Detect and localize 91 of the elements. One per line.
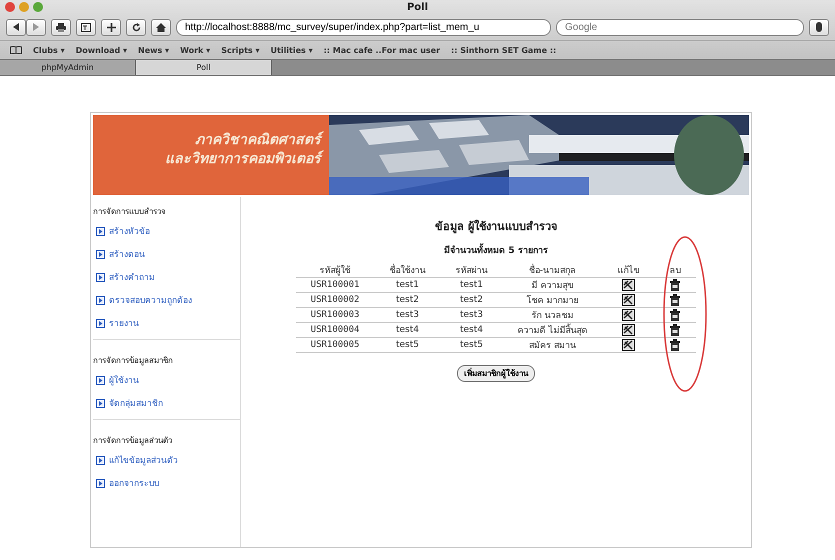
- banner-title: ภาควิชาคณิตศาสตร์ และวิทยาการคอมพิวเตอร์: [93, 115, 329, 195]
- table-cell: test1: [440, 278, 502, 292]
- bookmark-link[interactable]: Clubs ▾: [33, 46, 65, 54]
- sidebar-link[interactable]: สร้างคำถาม: [109, 270, 155, 284]
- trash-icon[interactable]: [670, 339, 680, 351]
- column-header: ชื่อใช้งาน: [374, 263, 440, 278]
- trash-icon[interactable]: [670, 324, 680, 336]
- record-count: มีจำนวนทั้งหมด 5 รายการ: [444, 243, 548, 257]
- table-cell: ความดี ไม่มีสิ้นสุด: [502, 322, 602, 338]
- capsule-icon[interactable]: [816, 22, 822, 32]
- table-cell: test4: [440, 322, 502, 338]
- close-icon[interactable]: [5, 2, 15, 12]
- sidebar-link[interactable]: จัดกลุ่มสมาชิก: [109, 396, 163, 410]
- arrow-icon: [96, 376, 105, 384]
- table-cell: USR100002: [296, 292, 374, 308]
- table-cell: test1: [374, 278, 440, 292]
- table-cell: test5: [440, 338, 502, 352]
- bookmark-link[interactable]: Utilities ▾: [270, 46, 313, 54]
- arrow-icon: [96, 250, 105, 258]
- add-user-button[interactable]: เพิ่มสมาชิกผู้ใช้งาน: [457, 365, 535, 382]
- column-header: ลบ: [654, 263, 696, 278]
- arrow-icon: [96, 318, 105, 328]
- reload-icon[interactable]: [132, 22, 140, 32]
- bookmark-link[interactable]: News ▾: [138, 46, 170, 54]
- column-header: ชื่อ-นามสกุล: [502, 263, 602, 278]
- back-button[interactable]: [6, 18, 26, 36]
- browser-tab[interactable]: Poll: [136, 60, 272, 75]
- sidebar-heading: การจัดการข้อมูลสมาชิก: [93, 355, 174, 367]
- search-field[interactable]: Google: [556, 18, 804, 36]
- book-icon[interactable]: [10, 46, 22, 54]
- bookmark-link[interactable]: :: Sinthorn SET Game ::: [451, 46, 556, 54]
- reload-button[interactable]: [126, 18, 146, 36]
- text-icon[interactable]: [81, 22, 91, 32]
- sidebar-link[interactable]: แก้ไขข้อมูลส่วนตัว: [109, 453, 178, 467]
- edit-icon[interactable]: [622, 339, 635, 351]
- sidebar-link[interactable]: สร้างหัวข้อ: [109, 224, 150, 238]
- home-button[interactable]: [151, 18, 171, 36]
- printer-icon[interactable]: [56, 22, 66, 32]
- edit-icon[interactable]: [622, 324, 635, 336]
- add-bookmark-button[interactable]: [101, 18, 121, 36]
- table-cell: สมัคร สมาน: [502, 338, 602, 352]
- table-cell: test5: [374, 338, 440, 352]
- bookmark-link[interactable]: Work ▾: [180, 46, 210, 54]
- arrow-icon: [96, 272, 105, 282]
- table-cell: test2: [374, 292, 440, 308]
- arrow-icon: [96, 398, 105, 408]
- sidebar-heading: การจัดการข้อมูลส่วนตัว: [93, 435, 173, 447]
- sidebar-heading: การจัดการแบบสำรวจ: [93, 206, 167, 218]
- plus-icon[interactable]: [106, 22, 116, 32]
- sidebar-link[interactable]: รายงาน: [109, 316, 139, 330]
- table-cell: USR100004: [296, 322, 374, 338]
- table-cell: โชค มากมาย: [502, 292, 602, 308]
- bookmark-link[interactable]: :: Mac cafe ..For mac user: [324, 46, 440, 54]
- column-header: แก้ไข: [602, 263, 654, 278]
- arrow-icon: [96, 296, 105, 304]
- download-button[interactable]: [809, 18, 829, 36]
- sidebar-link[interactable]: ผู้ใช้งาน: [109, 373, 139, 387]
- table-cell: test3: [440, 308, 502, 322]
- sidebar-link[interactable]: ตรวจสอบความถูกต้อง: [109, 293, 192, 307]
- table-cell: USR100003: [296, 308, 374, 322]
- back-icon[interactable]: [12, 23, 20, 31]
- arrow-icon: [96, 456, 105, 464]
- trash-icon[interactable]: [670, 294, 680, 306]
- home-icon[interactable]: [156, 22, 166, 32]
- trash-icon[interactable]: [670, 279, 680, 291]
- bookmark-link[interactable]: Scripts ▾: [221, 46, 260, 54]
- table-cell: มี ความสุข: [502, 278, 602, 292]
- table-cell: test4: [374, 322, 440, 338]
- table-cell: รัก นวลชม: [502, 308, 602, 322]
- window-title: Poll: [406, 2, 428, 12]
- address-field[interactable]: http://localhost:8888/mc_survey/super/index.php?part=list_mem_u: [176, 18, 551, 36]
- text-size-button[interactable]: [76, 18, 96, 36]
- page-title: ข้อมูล ผู้ใช้งานแบบสำรวจ: [435, 218, 557, 235]
- edit-icon[interactable]: [622, 294, 635, 306]
- column-header: รหัสผู้ใช้: [296, 263, 374, 278]
- table-cell: test3: [374, 308, 440, 322]
- column-header: รหัสผ่าน: [440, 263, 502, 278]
- table-cell: test2: [440, 292, 502, 308]
- bookmark-link[interactable]: Download ▾: [76, 46, 127, 54]
- sidebar-link[interactable]: สร้างตอน: [109, 247, 145, 261]
- forward-icon[interactable]: [32, 23, 40, 31]
- table-cell: USR100001: [296, 278, 374, 292]
- edit-icon[interactable]: [622, 309, 635, 321]
- sidebar-link[interactable]: ออกจากระบบ: [109, 476, 159, 490]
- arrow-icon: [96, 478, 105, 488]
- trash-icon[interactable]: [670, 309, 680, 321]
- table-cell: USR100005: [296, 338, 374, 352]
- browser-tab[interactable]: phpMyAdmin: [0, 60, 136, 75]
- edit-icon[interactable]: [622, 279, 635, 291]
- print-button[interactable]: [51, 18, 71, 36]
- arrow-icon: [96, 226, 105, 236]
